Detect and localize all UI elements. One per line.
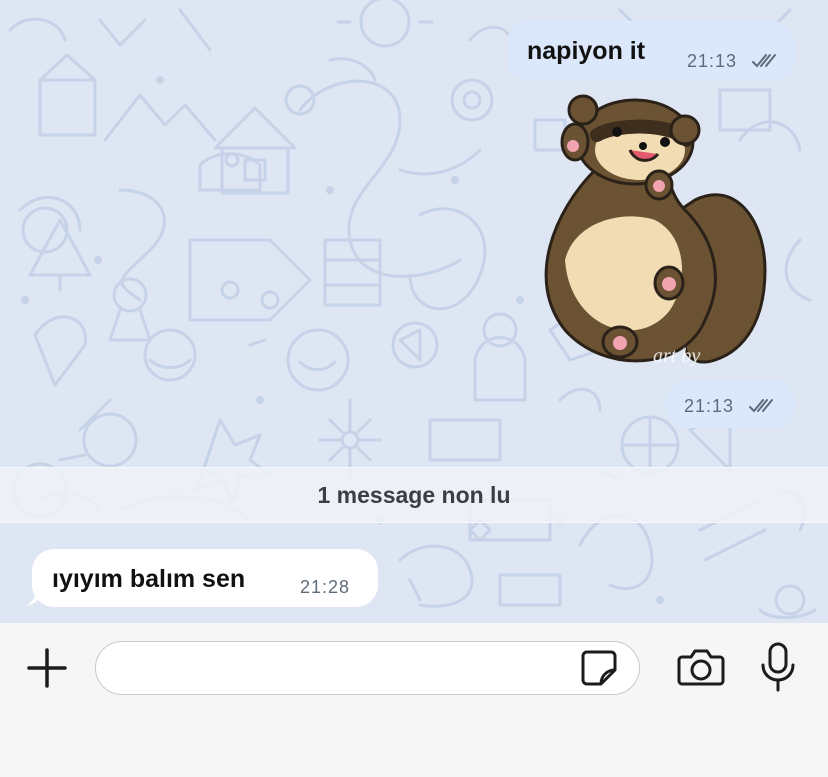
message-time: 21:28 <box>300 577 351 597</box>
read-double-check-icon <box>749 399 773 413</box>
message-composer <box>0 623 828 777</box>
message-input[interactable] <box>95 641 640 695</box>
sticker-icon[interactable] <box>579 648 619 688</box>
message-time: 21:13 <box>687 51 738 71</box>
unread-messages-banner: 1 message non lu <box>0 467 828 523</box>
sticker-watermark: art by <box>653 345 700 367</box>
microphone-icon[interactable] <box>758 641 798 693</box>
outgoing-message[interactable]: napiyon it 21:13 <box>507 21 795 81</box>
message-text: ıyıyım balım sen <box>52 565 246 593</box>
incoming-message[interactable]: ıyıyım balım sen 21:28 <box>32 549 378 607</box>
message-text: napiyon it <box>527 37 646 65</box>
plus-icon[interactable] <box>25 646 69 690</box>
chat-area[interactable]: napiyon it 21:13 art by 21:13 1 message … <box>0 0 828 623</box>
camera-icon[interactable] <box>676 647 726 687</box>
message-time: 21:13 <box>684 396 735 416</box>
ferret-sticker[interactable]: art by <box>535 90 785 375</box>
sticker-time-pill: 21:13 <box>665 380 795 428</box>
read-double-check-icon <box>752 54 776 68</box>
unread-banner-label: 1 message non lu <box>317 482 511 508</box>
